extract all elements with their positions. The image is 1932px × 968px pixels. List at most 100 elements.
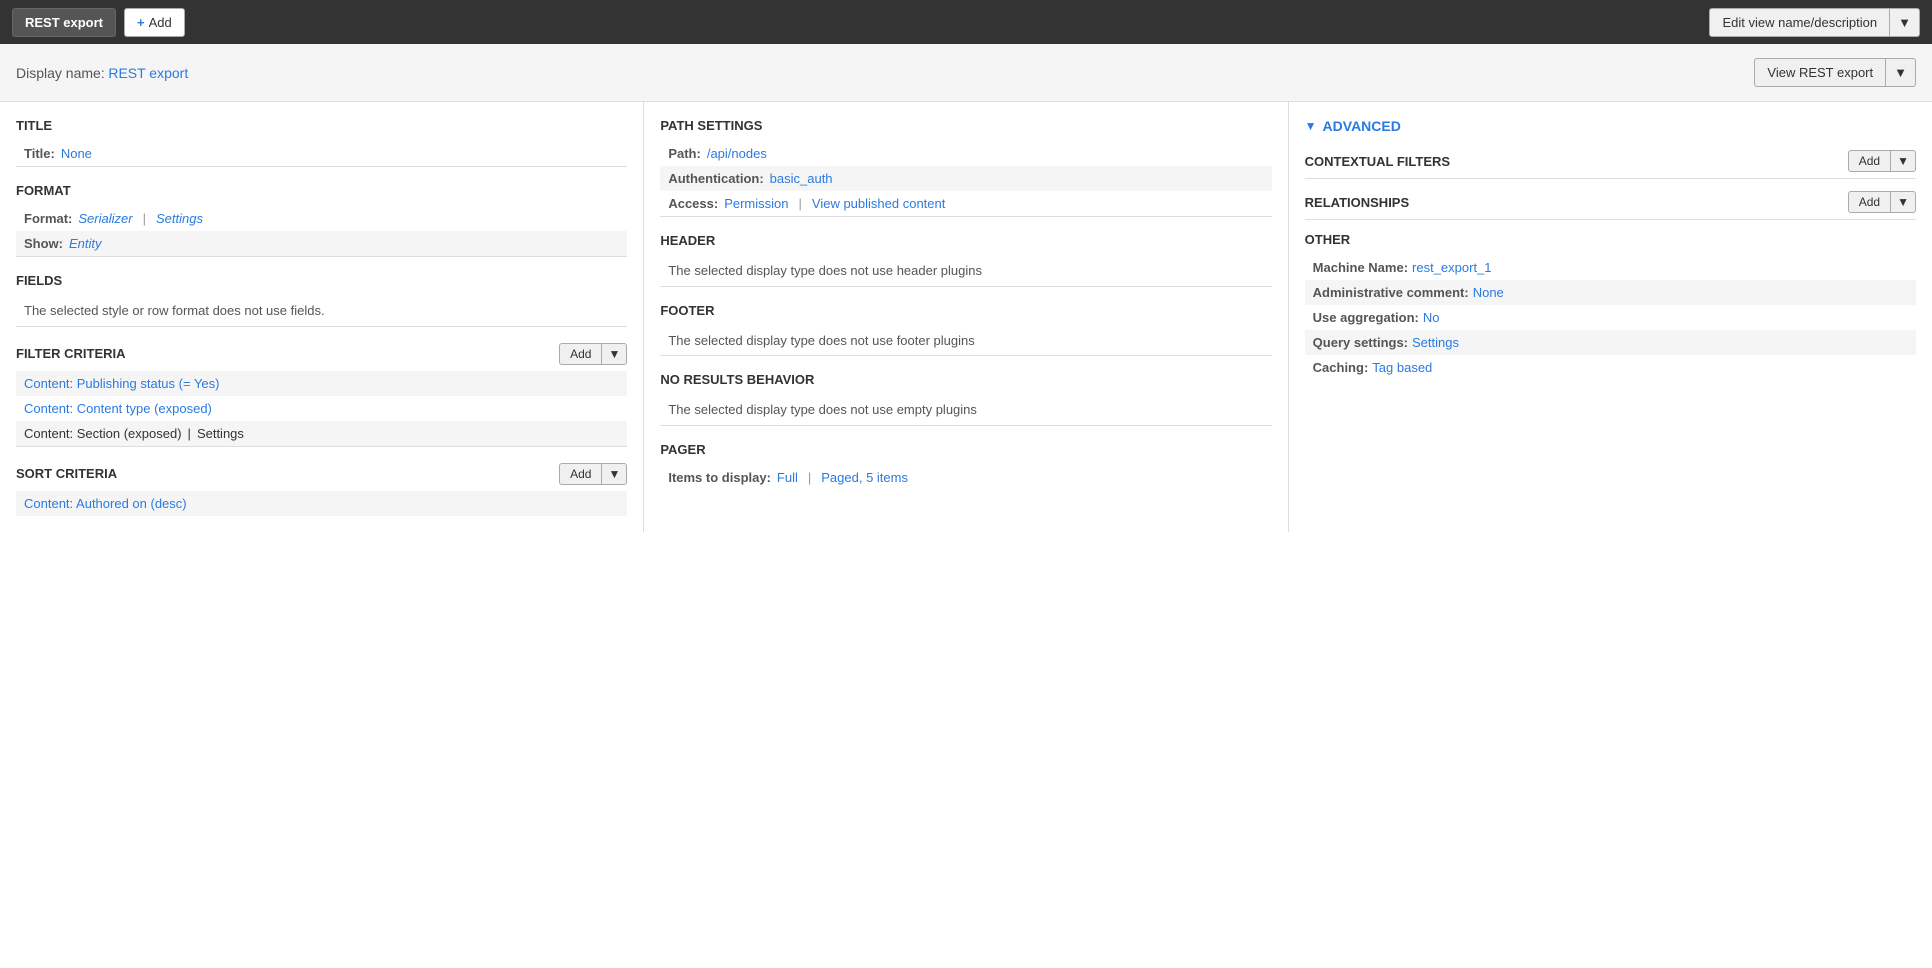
relationships-add-button[interactable]: Add	[1848, 191, 1891, 213]
fields-text: The selected style or row format does no…	[16, 296, 627, 326]
sort-add-btn-group: Add ▼	[559, 463, 627, 485]
pager-items-label: Items to display:	[668, 470, 771, 485]
admin-comment-label: Administrative comment:	[1313, 285, 1469, 300]
pager-paged-value[interactable]: Paged, 5 items	[821, 470, 908, 485]
edit-view-name-button[interactable]: Edit view name/description	[1709, 8, 1890, 37]
sort-criteria-header-row: SORT CRITERIA Add ▼	[16, 463, 627, 485]
view-rest-export-button[interactable]: View REST export	[1754, 58, 1886, 87]
relationships-header-row: RELATIONSHIPS Add ▼	[1305, 191, 1916, 213]
title-section-header: TITLE	[16, 118, 627, 133]
header-section-header: HEADER	[660, 233, 1271, 248]
format-sep: |	[143, 211, 146, 226]
add-label: Add	[149, 15, 172, 30]
access-sep: |	[799, 196, 802, 211]
pager-row: Items to display: Full | Paged, 5 items	[660, 465, 1271, 490]
filter-item-2[interactable]: Content: Content type (exposed)	[16, 396, 627, 421]
footer-section-header: FOOTER	[660, 303, 1271, 318]
admin-comment-value[interactable]: None	[1473, 285, 1504, 300]
show-row: Show: Entity	[16, 231, 627, 256]
format-settings[interactable]: Settings	[156, 211, 203, 226]
toolbar-left: REST export + Add	[12, 8, 185, 37]
contextual-add-btn-group: Add ▼	[1848, 150, 1916, 172]
display-name-bar: Display name: REST export View REST expo…	[0, 44, 1932, 102]
display-name-label: Display name:	[16, 65, 105, 81]
title-label: Title:	[24, 146, 55, 161]
use-aggregation-label: Use aggregation:	[1313, 310, 1419, 325]
relationships-add-btn-group: Add ▼	[1848, 191, 1916, 213]
access-label: Access:	[668, 196, 718, 211]
pager-full-value[interactable]: Full	[777, 470, 798, 485]
access-link[interactable]: View published content	[812, 196, 945, 211]
auth-value[interactable]: basic_auth	[770, 171, 833, 186]
footer-text: The selected display type does not use f…	[660, 326, 1271, 356]
path-row: Path: /api/nodes	[660, 141, 1271, 166]
filter-add-button[interactable]: Add	[559, 343, 602, 365]
filter-add-btn-group: Add ▼	[559, 343, 627, 365]
title-value[interactable]: None	[61, 146, 92, 161]
format-row: Format: Serializer | Settings	[16, 206, 627, 231]
contextual-filters-section-header: CONTEXTUAL FILTERS	[1305, 154, 1450, 169]
query-settings-value[interactable]: Settings	[1412, 335, 1459, 350]
toolbar-right: Edit view name/description ▼	[1709, 8, 1920, 37]
auth-label: Authentication:	[668, 171, 763, 186]
no-results-text: The selected display type does not use e…	[660, 395, 1271, 425]
display-name-left: Display name: REST export	[16, 65, 188, 81]
machine-name-label: Machine Name:	[1313, 260, 1408, 275]
contextual-add-dropdown[interactable]: ▼	[1891, 150, 1916, 172]
show-label: Show:	[24, 236, 63, 251]
format-section-header: FORMAT	[16, 183, 627, 198]
sort-item-1[interactable]: Content: Authored on (desc)	[16, 491, 627, 516]
filter-criteria-header-row: FILTER CRITERIA Add ▼	[16, 343, 627, 365]
pager-section-header: PAGER	[660, 442, 1271, 457]
add-button[interactable]: + Add	[124, 8, 185, 37]
path-label: Path:	[668, 146, 701, 161]
column-3: ▼ ADVANCED CONTEXTUAL FILTERS Add ▼ RELA…	[1289, 102, 1932, 532]
header-text: The selected display type does not use h…	[660, 256, 1271, 286]
caching-value[interactable]: Tag based	[1372, 360, 1432, 375]
relationships-add-dropdown[interactable]: ▼	[1891, 191, 1916, 213]
rest-export-button[interactable]: REST export	[12, 8, 116, 37]
filter-criteria-section-header: FILTER CRITERIA	[16, 346, 126, 361]
triangle-icon: ▼	[1305, 119, 1317, 133]
display-name-value[interactable]: REST export	[108, 65, 188, 81]
caching-label: Caching:	[1313, 360, 1369, 375]
main-content: TITLE Title: None FORMAT Format: Seriali…	[0, 102, 1932, 532]
pager-sep: |	[808, 470, 811, 485]
caching-row: Caching: Tag based	[1305, 355, 1916, 380]
sort-criteria-section-header: SORT CRITERIA	[16, 466, 117, 481]
show-value[interactable]: Entity	[69, 236, 102, 251]
view-rest-export-btn-group: View REST export ▼	[1754, 58, 1916, 87]
no-results-section-header: NO RESULTS BEHAVIOR	[660, 372, 1271, 387]
relationships-section-header: RELATIONSHIPS	[1305, 195, 1410, 210]
machine-name-row: Machine Name: rest_export_1	[1305, 255, 1916, 280]
advanced-label: ADVANCED	[1323, 118, 1401, 134]
top-toolbar: REST export + Add Edit view name/descrip…	[0, 0, 1932, 44]
access-row: Access: Permission | View published cont…	[660, 191, 1271, 216]
filter-item-1[interactable]: Content: Publishing status (= Yes)	[16, 371, 627, 396]
query-settings-row: Query settings: Settings	[1305, 330, 1916, 355]
advanced-section-header: ▼ ADVANCED	[1305, 118, 1916, 134]
auth-row: Authentication: basic_auth	[660, 166, 1271, 191]
column-1: TITLE Title: None FORMAT Format: Seriali…	[0, 102, 644, 532]
contextual-add-button[interactable]: Add	[1848, 150, 1891, 172]
contextual-filters-header-row: CONTEXTUAL FILTERS Add ▼	[1305, 150, 1916, 172]
sort-add-dropdown[interactable]: ▼	[602, 463, 627, 485]
admin-comment-row: Administrative comment: None	[1305, 280, 1916, 305]
filter-item-3-settings[interactable]: Settings	[197, 426, 244, 441]
path-settings-section-header: PATH SETTINGS	[660, 118, 1271, 133]
access-value[interactable]: Permission	[724, 196, 788, 211]
edit-view-name-dropdown[interactable]: ▼	[1890, 8, 1920, 37]
filter-add-dropdown[interactable]: ▼	[602, 343, 627, 365]
fields-section-header: FIELDS	[16, 273, 627, 288]
format-value[interactable]: Serializer	[78, 211, 132, 226]
format-label: Format:	[24, 211, 72, 226]
sort-add-button[interactable]: Add	[559, 463, 602, 485]
plus-icon: +	[137, 15, 145, 30]
path-value[interactable]: /api/nodes	[707, 146, 767, 161]
column-2: PATH SETTINGS Path: /api/nodes Authentic…	[644, 102, 1288, 532]
view-rest-export-dropdown[interactable]: ▼	[1886, 58, 1916, 87]
filter-item-3-text[interactable]: Content: Section (exposed)	[24, 426, 182, 441]
other-section-header: OTHER	[1305, 232, 1916, 247]
machine-name-value[interactable]: rest_export_1	[1412, 260, 1492, 275]
use-aggregation-value[interactable]: No	[1423, 310, 1440, 325]
